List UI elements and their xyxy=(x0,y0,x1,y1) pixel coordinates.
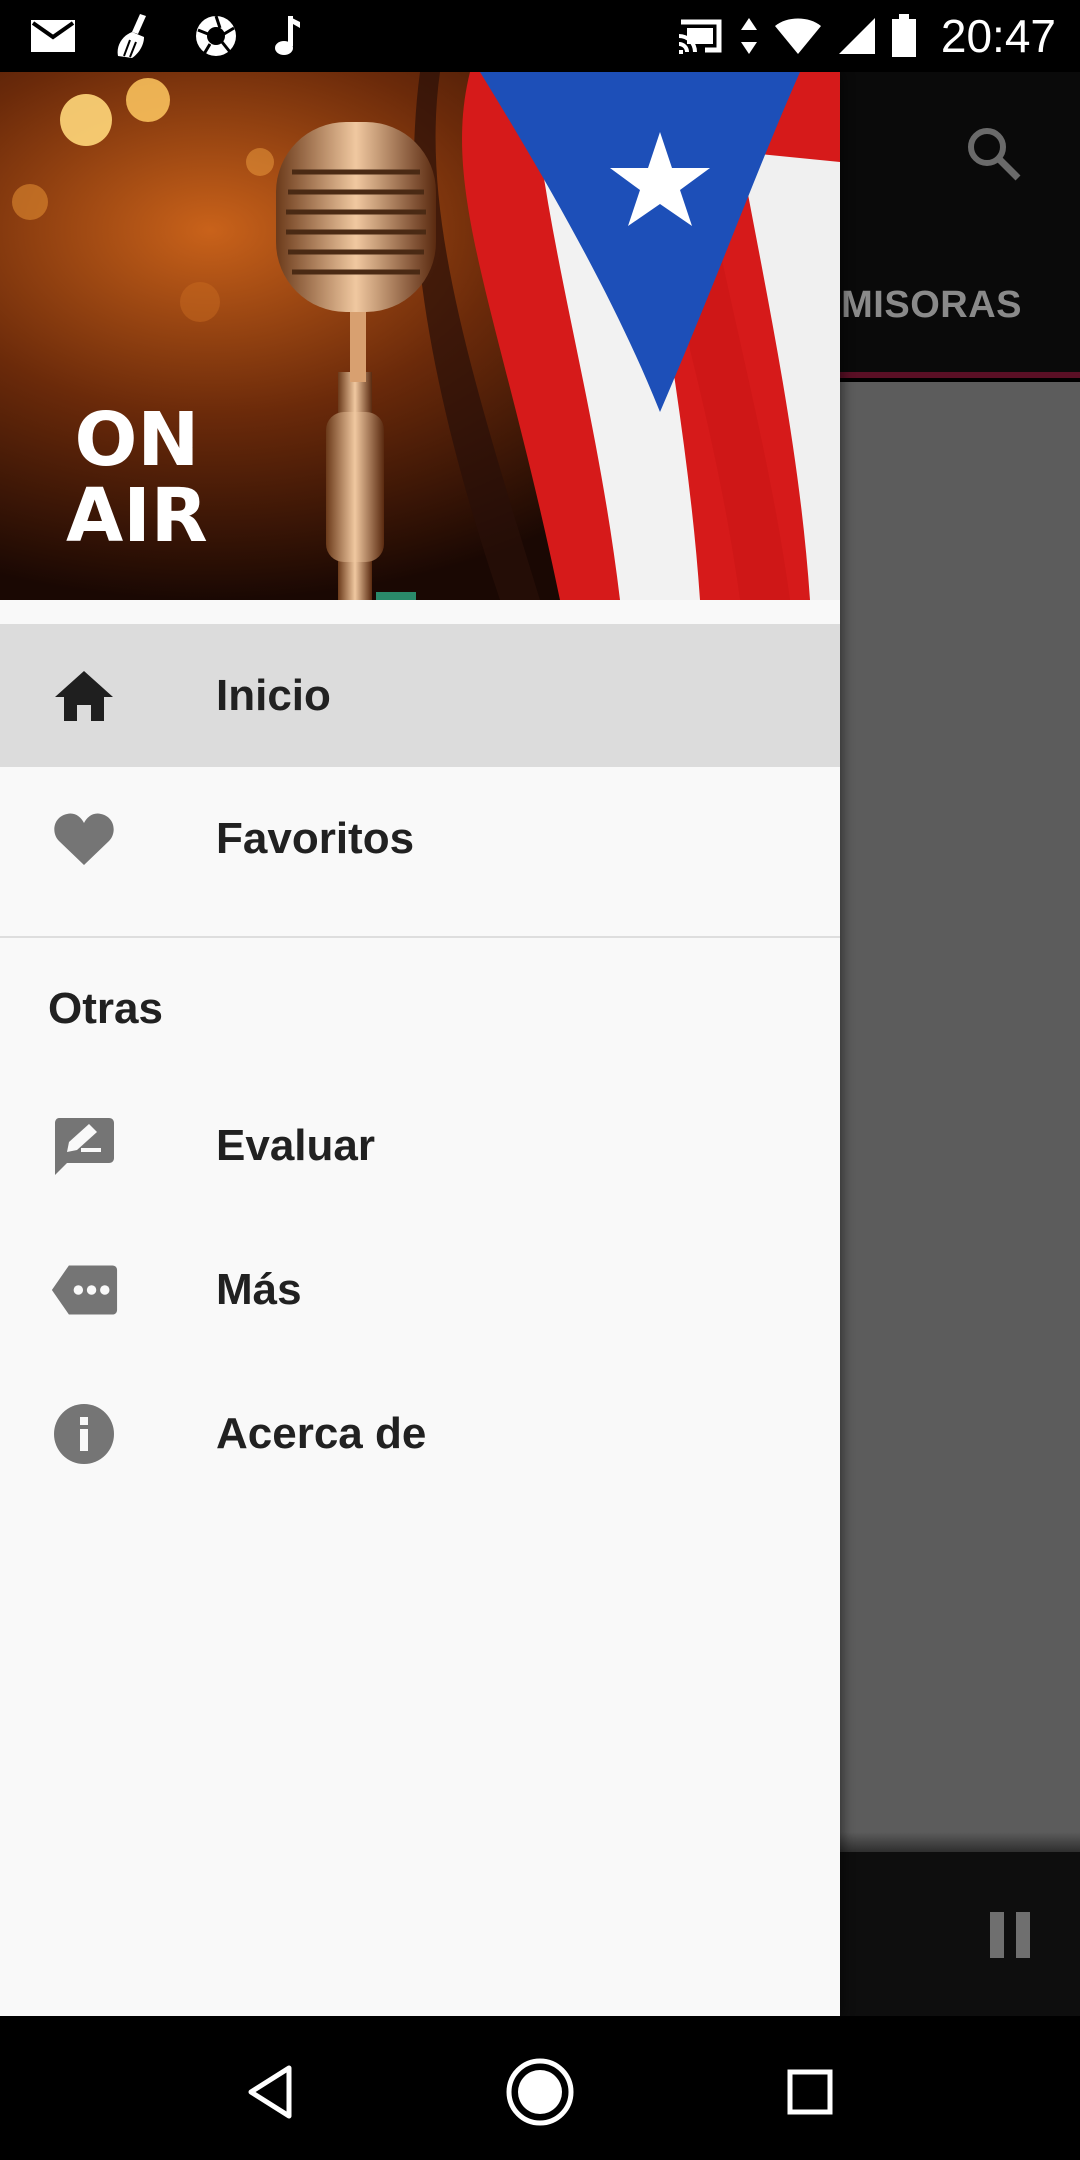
on-air-badge: ON AIR xyxy=(66,402,208,554)
signal-icon xyxy=(837,16,877,56)
menu-label-acerca-de: Acerca de xyxy=(216,1408,427,1458)
heart-icon xyxy=(50,805,118,873)
menu-item-inicio[interactable]: Inicio xyxy=(0,624,840,767)
aperture-icon xyxy=(194,14,238,58)
menu-label-mas: Más xyxy=(216,1264,302,1314)
more-tag-icon xyxy=(50,1256,118,1324)
data-arrows-icon xyxy=(739,16,759,56)
cast-icon xyxy=(675,16,725,56)
system-nav-bar xyxy=(0,2016,1080,2160)
menu-item-evaluar[interactable]: Evaluar xyxy=(0,1074,840,1217)
menu-label-inicio: Inicio xyxy=(216,670,331,720)
pause-button[interactable] xyxy=(990,1912,1030,1958)
status-time: 20:47 xyxy=(940,10,1056,62)
menu-item-acerca-de[interactable]: Acerca de xyxy=(0,1362,840,1505)
broom-icon xyxy=(110,12,160,60)
pause-icon xyxy=(990,1912,1004,1958)
menu-item-favoritos[interactable]: Favoritos xyxy=(0,767,840,910)
menu-label-evaluar: Evaluar xyxy=(216,1120,375,1170)
mail-icon xyxy=(30,19,76,53)
on-air-line-2: AIR xyxy=(66,473,208,559)
drawer-header-image: ON AIR xyxy=(0,72,840,600)
navigation-drawer: ON AIR Inicio Favoritos Otras Evaluar Má… xyxy=(0,72,840,2016)
music-note-icon xyxy=(272,14,302,58)
rate-review-icon xyxy=(50,1112,118,1180)
on-air-line-1: ON xyxy=(74,397,200,483)
status-bar: 20:47 xyxy=(0,0,1080,72)
drawer-divider xyxy=(0,936,840,938)
back-icon[interactable] xyxy=(230,2052,310,2132)
pause-icon-bar xyxy=(1016,1912,1030,1958)
home-circle-icon[interactable] xyxy=(500,2052,580,2132)
info-icon xyxy=(50,1400,118,1468)
recents-icon[interactable] xyxy=(770,2052,850,2132)
wifi-icon xyxy=(773,16,823,56)
search-icon[interactable] xyxy=(964,124,1022,187)
menu-item-mas[interactable]: Más xyxy=(0,1218,840,1361)
home-icon xyxy=(50,662,118,730)
menu-label-favoritos: Favoritos xyxy=(216,813,415,863)
battery-icon xyxy=(891,14,917,58)
section-title-otras: Otras xyxy=(48,984,163,1033)
